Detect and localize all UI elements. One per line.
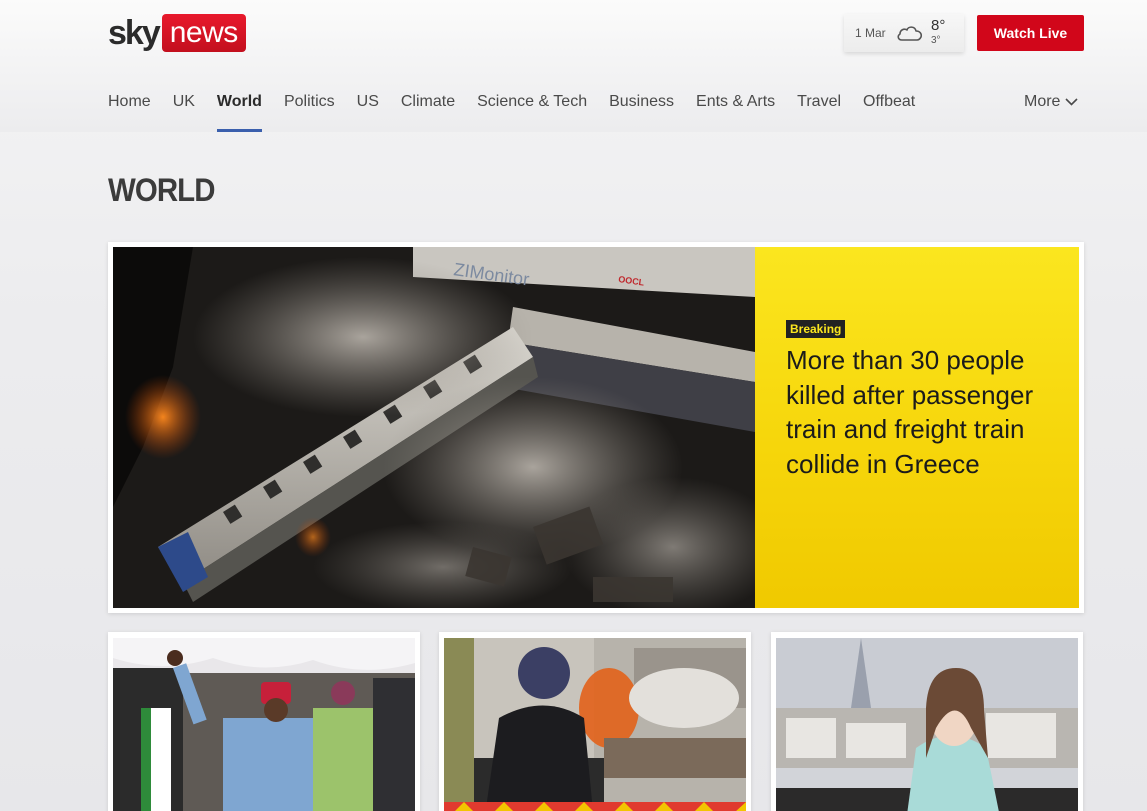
nav-item-science-tech[interactable]: Science & Tech [477,90,587,132]
hero-image: ZIMonitor OOCL [113,247,755,608]
train-crash-photo: ZIMonitor OOCL [113,247,755,608]
nav-more-button[interactable]: More [1024,90,1079,114]
breaking-badge: Breaking [786,320,846,338]
weather-widget[interactable]: 1 Mar 8° 3° [844,14,964,52]
fire-window-photo [444,638,746,811]
weather-low-temp: 3° [931,35,941,46]
nav-item-business[interactable]: Business [609,90,674,132]
watch-live-button[interactable]: Watch Live [977,15,1084,51]
nav-item-home[interactable]: Home [108,90,151,132]
weather-date: 1 Mar [855,26,886,40]
card-image [776,638,1078,811]
nav-item-us[interactable]: US [357,90,379,132]
sky-news-logo[interactable]: sky news [108,14,246,52]
main-nav: Home UK World Politics US Climate Scienc… [108,90,937,132]
chevron-down-icon [1065,98,1079,106]
rally-photo [113,638,415,811]
card-image [113,638,415,811]
story-card[interactable] [771,632,1083,811]
page-title: WORLD [108,172,216,208]
hero-story-card[interactable]: ZIMonitor OOCL Breaking More than 30 peo… [108,242,1084,613]
weather-high-temp: 8° [931,17,946,34]
nav-more-label: More [1024,93,1061,110]
nav-item-ents-arts[interactable]: Ents & Arts [696,90,775,132]
paris-portrait-photo [776,638,1078,811]
cloud-icon [897,26,923,41]
story-card[interactable] [439,632,751,811]
nav-item-world[interactable]: World [216,90,262,132]
nav-item-offbeat[interactable]: Offbeat [863,90,915,132]
nav-item-uk[interactable]: UK [173,90,195,132]
logo-news-text: news [161,14,246,52]
nav-item-travel[interactable]: Travel [797,90,841,132]
hero-text-panel: Breaking More than 30 people killed afte… [755,247,1079,608]
hero-headline[interactable]: More than 30 people killed after passeng… [786,343,1061,481]
nav-item-climate[interactable]: Climate [401,90,455,132]
logo-sky-text: sky [108,14,161,52]
nav-item-politics[interactable]: Politics [284,90,335,132]
card-image [444,638,746,811]
story-card[interactable] [108,632,420,811]
